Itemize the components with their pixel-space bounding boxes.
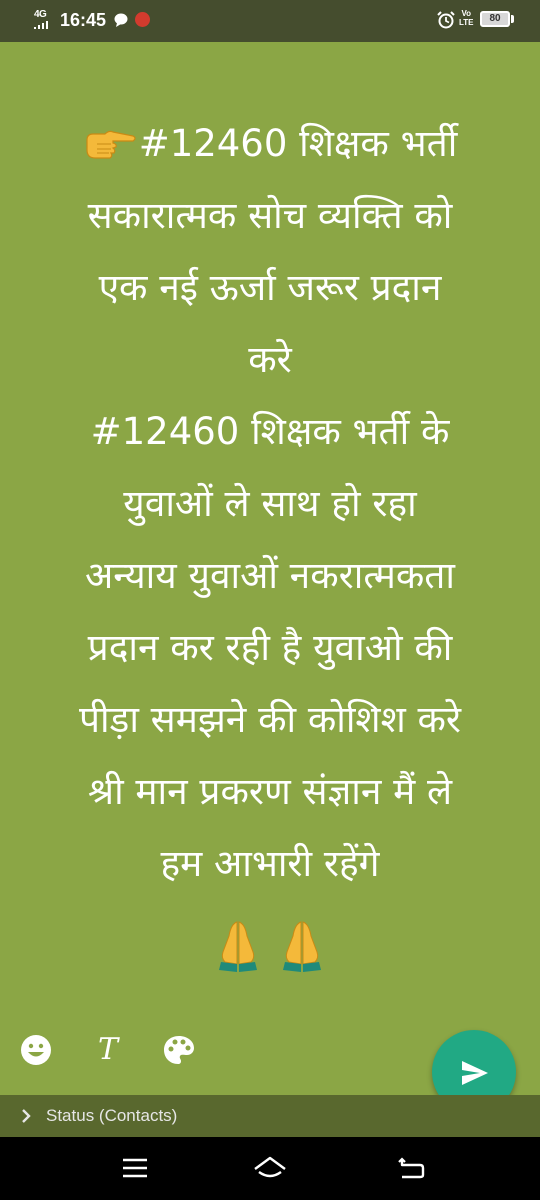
folded-hands-icon <box>219 921 258 972</box>
system-navigation-bar <box>0 1137 540 1200</box>
signal-icon <box>34 21 48 29</box>
recording-dot-icon <box>135 12 150 27</box>
volte-indicator: Vo LTE <box>459 9 474 27</box>
home-icon <box>254 1156 286 1178</box>
folded-hands-icon <box>282 921 321 972</box>
chevron-right-icon <box>22 1109 31 1123</box>
menu-icon <box>123 1158 147 1178</box>
trailing-emoji-row <box>0 918 540 978</box>
palette-icon <box>164 1036 194 1064</box>
home-button[interactable] <box>250 1151 290 1185</box>
alarm-clock-icon <box>437 11 455 29</box>
status-audience-bar[interactable]: Status (Contacts) <box>0 1095 540 1137</box>
font-style-button[interactable]: T <box>90 1032 126 1068</box>
battery-icon: 80 <box>480 11 510 27</box>
audience-label: Status (Contacts) <box>46 1106 178 1125</box>
emoji-button[interactable] <box>18 1032 54 1068</box>
font-icon: T <box>97 1032 118 1067</box>
background-color-button[interactable] <box>161 1032 197 1068</box>
network-type: 4G <box>34 9 47 20</box>
status-text-input[interactable]: #12460 शिक्षक भर्ती सकारात्मक सोच व्यक्त… <box>30 108 510 900</box>
backhand-index-pointing-right-icon <box>86 130 136 159</box>
emoji-icon <box>21 1035 51 1065</box>
chat-bubble-icon <box>114 13 128 27</box>
back-button[interactable] <box>392 1151 432 1185</box>
recent-apps-button[interactable] <box>115 1151 155 1185</box>
status-text-content: #12460 शिक्षक भर्ती सकारात्मक सोच व्यक्त… <box>78 122 462 885</box>
battery-cap <box>511 15 514 23</box>
clock: 16:45 <box>60 10 107 30</box>
send-icon <box>462 1061 488 1085</box>
system-status-bar: 4G 16:45 Vo LTE 80 <box>0 0 540 42</box>
back-icon <box>398 1157 425 1179</box>
battery-level: 80 <box>489 13 501 24</box>
